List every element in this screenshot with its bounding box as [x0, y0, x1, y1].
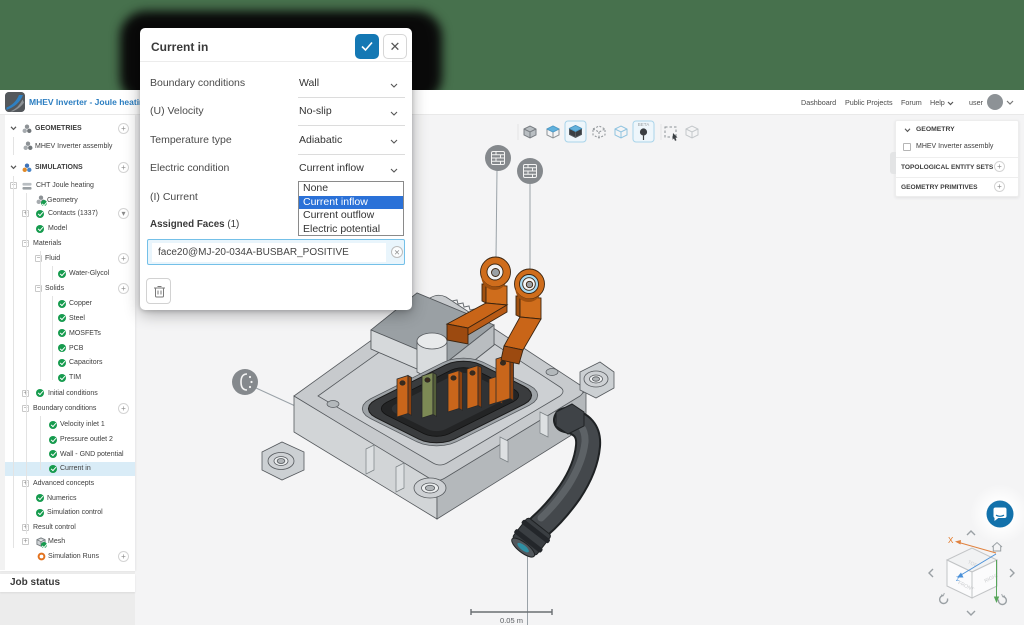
svg-text:0.05 m: 0.05 m — [500, 616, 523, 625]
svg-text:X: X — [948, 536, 954, 545]
svg-text:BETA: BETA — [638, 122, 649, 127]
svg-text:Z: Z — [956, 577, 960, 583]
